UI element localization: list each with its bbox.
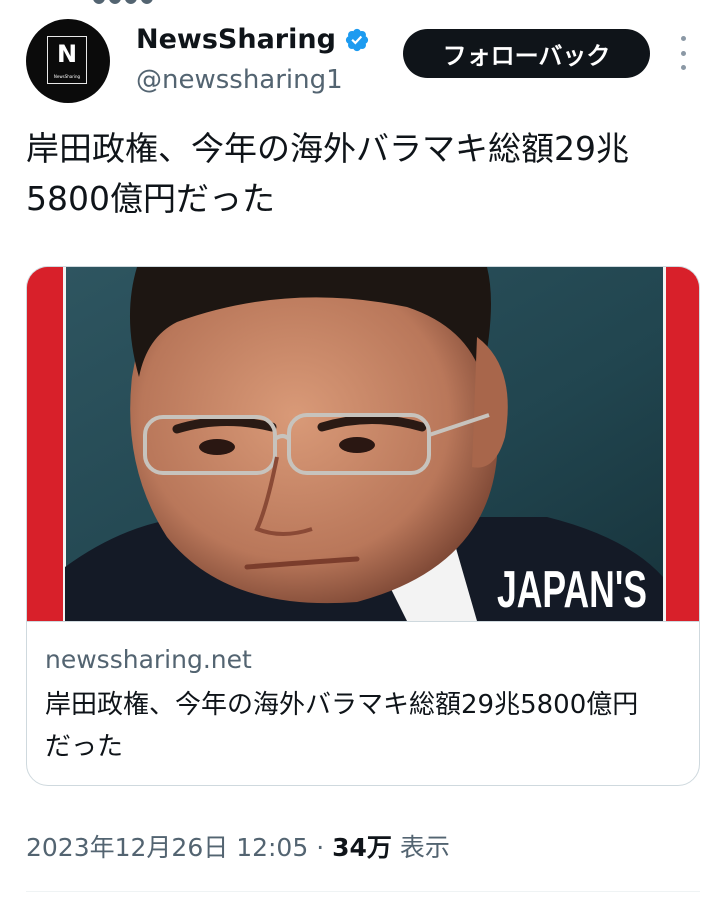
avatar-logo-letter: N xyxy=(56,40,78,68)
author-display-name[interactable]: NewsSharing xyxy=(136,24,370,56)
avatar-logo-frame: N NewsSharing xyxy=(47,36,87,84)
link-card[interactable]: JAPAN'S newssharing.net 岸田政権、今年の海外バラマキ総額… xyxy=(26,266,700,786)
card-image[interactable]: JAPAN'S xyxy=(27,267,699,621)
author-handle[interactable]: @newssharing1 xyxy=(136,64,343,96)
more-dot xyxy=(680,36,686,41)
author-display-name-text[interactable]: NewsSharing xyxy=(136,24,336,56)
card-image-overlay-text: JAPAN'S xyxy=(497,561,647,619)
card-title[interactable]: 岸田政権、今年の海外バラマキ総額29兆5800億円だった xyxy=(45,684,645,768)
card-image-illustration: JAPAN'S xyxy=(27,267,699,621)
follow-back-button[interactable]: フォローバック xyxy=(403,29,650,78)
tweet-meta: 2023年12月26日 12:05 · 34万 表示 xyxy=(26,830,450,866)
avatar-logo-caption: NewsSharing xyxy=(53,74,81,79)
tweet-text: 岸田政権、今年の海外バラマキ総額29兆5800億円だった xyxy=(26,129,629,218)
card-domain[interactable]: newssharing.net xyxy=(45,644,252,676)
tweet-timestamp[interactable]: 2023年12月26日 12:05 xyxy=(26,833,308,862)
views-count: 34万 xyxy=(332,833,392,862)
avatar[interactable]: N NewsSharing xyxy=(26,19,110,103)
more-dot xyxy=(680,65,686,70)
views-label: 表示 xyxy=(399,833,450,862)
previous-content-fragment: ●●●● xyxy=(92,0,156,6)
card-meta[interactable]: newssharing.net 岸田政権、今年の海外バラマキ総額29兆5800億… xyxy=(27,621,699,785)
verified-badge-icon xyxy=(345,28,369,52)
divider xyxy=(26,891,700,892)
more-vertical-icon[interactable] xyxy=(672,36,694,70)
meta-separator: · xyxy=(316,833,325,862)
more-dot xyxy=(680,50,686,56)
